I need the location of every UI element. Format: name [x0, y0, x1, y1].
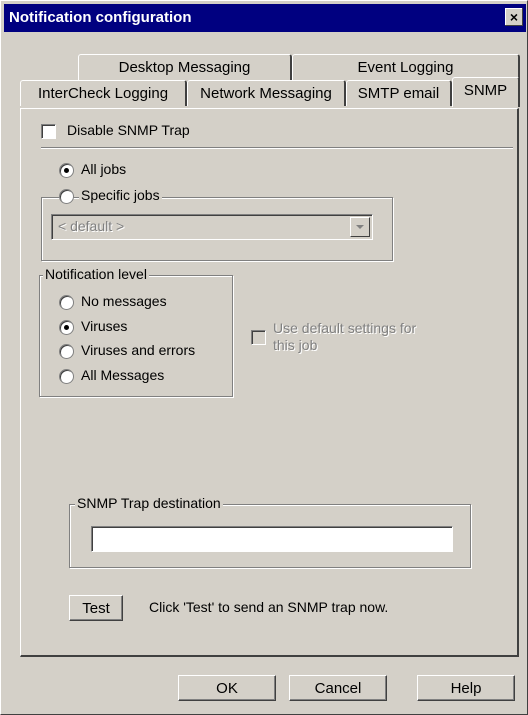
- tab-intercheck-logging[interactable]: InterCheck Logging: [20, 80, 187, 106]
- disable-snmp-trap-label: Disable SNMP Trap: [67, 122, 190, 138]
- window-title: Notification configuration: [9, 9, 192, 26]
- tab-smtp-email[interactable]: SMTP email: [346, 80, 452, 106]
- tab-label: SNMP: [463, 82, 508, 99]
- job-select[interactable]: < default >: [51, 214, 373, 240]
- tab-label: InterCheck Logging: [37, 85, 169, 102]
- tab-label: Desktop Messaging: [118, 59, 251, 76]
- dropdown-button[interactable]: [350, 217, 370, 237]
- specific-jobs-radio[interactable]: [59, 189, 74, 204]
- ok-button-label: OK: [216, 680, 238, 697]
- viruses-and-errors-label: Viruses and errors: [81, 342, 196, 358]
- no-messages-radio[interactable]: [59, 295, 74, 310]
- title-bar[interactable]: Notification configuration ×: [4, 4, 526, 32]
- viruses-label: Viruses: [81, 318, 128, 334]
- cancel-button[interactable]: Cancel: [289, 675, 387, 701]
- tab-desktop-messaging[interactable]: Desktop Messaging: [78, 54, 292, 80]
- tab-network-messaging[interactable]: Network Messaging: [187, 80, 346, 106]
- all-messages-label: All Messages: [81, 367, 165, 383]
- job-select-value: < default >: [58, 218, 125, 234]
- use-default-settings-label-line1: Use default settings for: [273, 320, 417, 336]
- help-button-label: Help: [450, 680, 482, 697]
- all-jobs-label: All jobs: [81, 161, 127, 177]
- specific-jobs-label: Specific jobs: [79, 187, 162, 203]
- tab-snmp[interactable]: SNMP: [452, 77, 520, 107]
- tab-label: SMTP email: [357, 85, 440, 102]
- viruses-and-errors-radio[interactable]: [59, 344, 74, 359]
- close-icon: ×: [509, 9, 519, 25]
- cancel-button-label: Cancel: [314, 680, 362, 697]
- test-button-label: Test: [82, 600, 110, 617]
- chevron-down-icon: [356, 225, 364, 229]
- help-button[interactable]: Help: [417, 675, 515, 701]
- tab-label: Network Messaging: [200, 85, 332, 102]
- trap-destination-input[interactable]: [91, 526, 453, 552]
- snmp-tab-panel: Disable SNMP Trap All jobs Specific jobs…: [20, 108, 519, 657]
- test-hint-text: Click 'Test' to send an SNMP trap now.: [149, 599, 389, 615]
- no-messages-label: No messages: [81, 293, 167, 309]
- use-default-settings-label-line2: this job: [273, 337, 318, 353]
- ok-button[interactable]: OK: [178, 675, 276, 701]
- tab-label: Event Logging: [357, 59, 454, 76]
- all-messages-radio[interactable]: [59, 369, 74, 384]
- all-jobs-radio[interactable]: [59, 163, 74, 178]
- viruses-radio[interactable]: [59, 320, 74, 335]
- notification-level-legend: Notification level: [43, 266, 149, 282]
- separator: [41, 147, 513, 149]
- use-default-settings-checkbox[interactable]: [251, 330, 266, 345]
- trap-destination-legend: SNMP Trap destination: [75, 495, 223, 511]
- test-button[interactable]: Test: [69, 595, 123, 621]
- close-button[interactable]: ×: [505, 8, 523, 26]
- disable-snmp-trap-checkbox[interactable]: [41, 124, 56, 139]
